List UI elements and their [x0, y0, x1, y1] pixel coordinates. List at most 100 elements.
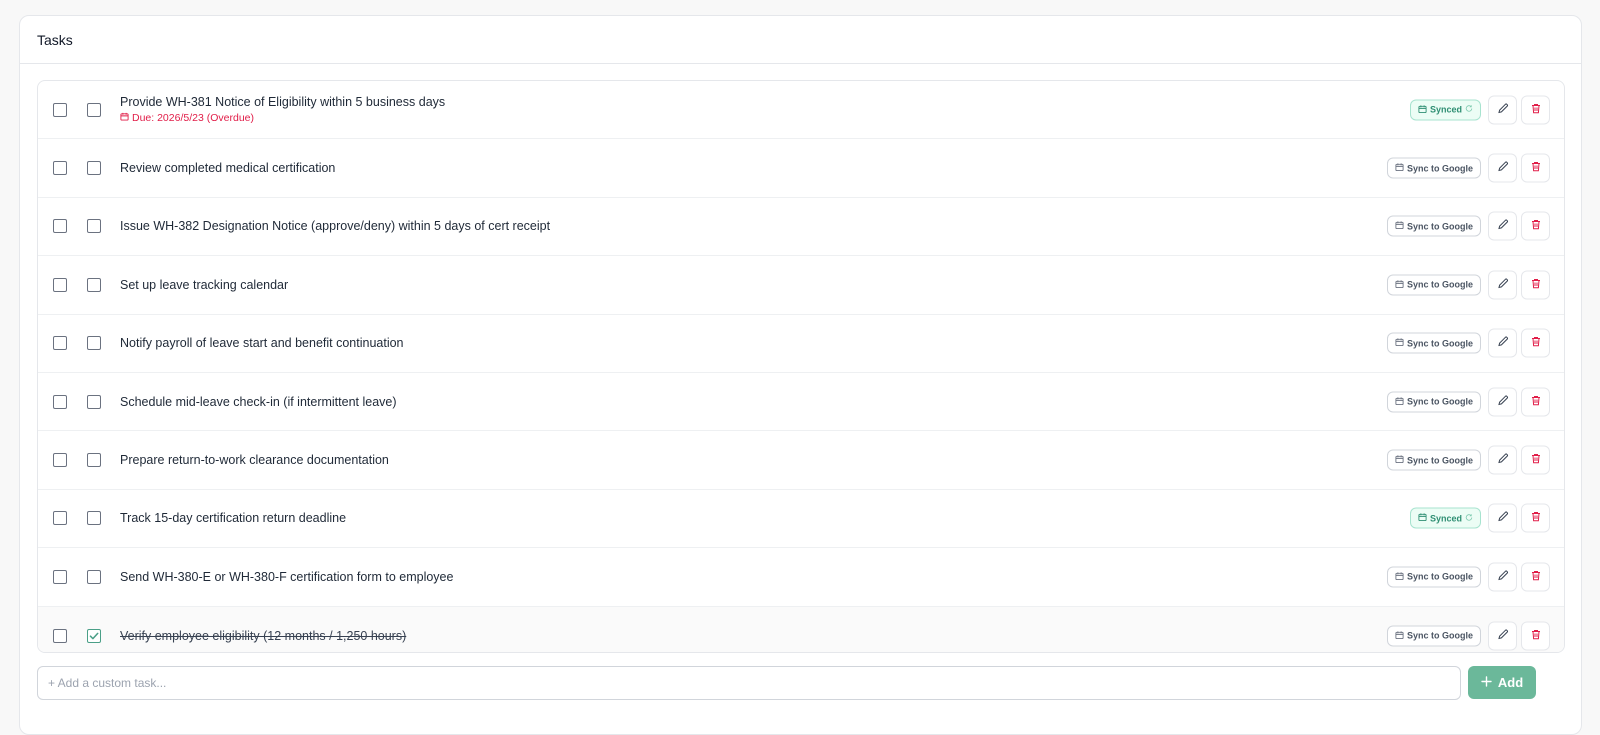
sync-to-google-button[interactable]: Sync to Google — [1386, 274, 1481, 296]
sync-to-google-button[interactable]: Sync to Google — [1386, 391, 1481, 413]
task-text: Set up leave tracking calendar — [120, 277, 289, 292]
calendar-icon — [120, 112, 129, 124]
task-row: Provide WH-381 Notice of Eligibility wit… — [38, 81, 1564, 140]
select-checkbox[interactable] — [53, 569, 67, 584]
complete-checkbox[interactable] — [87, 394, 101, 409]
pencil-icon — [1497, 277, 1509, 292]
trash-icon — [1530, 394, 1542, 409]
trash-icon — [1530, 511, 1542, 526]
add-task-input[interactable] — [37, 666, 1461, 700]
synced-badge[interactable]: Synced — [1409, 99, 1481, 121]
select-checkbox[interactable] — [53, 277, 67, 292]
calendar-icon — [1418, 513, 1427, 524]
task-actions: Sync to Google — [1386, 445, 1550, 475]
refresh-icon — [1465, 105, 1473, 115]
sync-label: Sync to Google — [1406, 396, 1473, 407]
edit-button[interactable] — [1488, 153, 1517, 183]
delete-button[interactable] — [1521, 503, 1550, 533]
plus-icon — [1481, 675, 1492, 690]
task-actions: Sync to Google — [1386, 562, 1550, 592]
add-button-label: Add — [1497, 675, 1524, 690]
select-checkbox[interactable] — [53, 511, 67, 526]
task-row: Review completed medical certification S… — [38, 139, 1564, 198]
calendar-icon — [1395, 630, 1404, 641]
sync-to-google-button[interactable]: Sync to Google — [1386, 215, 1481, 237]
complete-checkbox[interactable] — [87, 102, 101, 117]
sync-label: Sync to Google — [1406, 455, 1473, 466]
pencil-icon — [1497, 511, 1509, 526]
calendar-icon — [1395, 338, 1404, 349]
task-actions: Sync to Google — [1386, 621, 1550, 651]
sync-to-google-button[interactable]: Sync to Google — [1386, 625, 1481, 647]
select-checkbox[interactable] — [53, 628, 67, 643]
sync-to-google-button[interactable]: Sync to Google — [1386, 157, 1481, 179]
trash-icon — [1530, 569, 1542, 584]
complete-checkbox[interactable] — [87, 336, 101, 351]
task-actions: Sync to Google — [1386, 328, 1550, 358]
task-text: Issue WH-382 Designation Notice (approve… — [120, 219, 551, 234]
edit-button[interactable] — [1488, 211, 1517, 241]
complete-checkbox[interactable] — [87, 219, 101, 234]
complete-checkbox[interactable] — [87, 511, 101, 526]
synced-badge[interactable]: Synced — [1409, 507, 1481, 529]
edit-button[interactable] — [1488, 562, 1517, 592]
edit-button[interactable] — [1488, 503, 1517, 533]
task-actions: Sync to Google — [1386, 387, 1550, 417]
calendar-icon — [1395, 279, 1404, 290]
delete-button[interactable] — [1521, 153, 1550, 183]
task-row: Verify employee eligibility (12 months /… — [38, 606, 1564, 652]
select-checkbox[interactable] — [53, 394, 67, 409]
delete-button[interactable] — [1521, 95, 1550, 125]
complete-checkbox[interactable] — [87, 277, 101, 292]
task-row: Prepare return-to-work clearance documen… — [38, 431, 1564, 490]
complete-checkbox[interactable] — [87, 453, 101, 468]
select-checkbox[interactable] — [53, 336, 67, 351]
edit-button[interactable] — [1488, 621, 1517, 651]
trash-icon — [1530, 102, 1542, 117]
pencil-icon — [1497, 453, 1509, 468]
edit-button[interactable] — [1488, 95, 1517, 125]
delete-button[interactable] — [1521, 211, 1550, 241]
sync-label: Sync to Google — [1406, 338, 1473, 349]
pencil-icon — [1497, 219, 1509, 234]
sync-label: Sync to Google — [1406, 163, 1473, 174]
select-checkbox[interactable] — [53, 219, 67, 234]
pencil-icon — [1497, 628, 1509, 643]
calendar-icon — [1395, 455, 1404, 466]
trash-icon — [1530, 219, 1542, 234]
edit-button[interactable] — [1488, 387, 1517, 417]
trash-icon — [1530, 161, 1542, 176]
pencil-icon — [1497, 161, 1509, 176]
calendar-icon — [1418, 104, 1427, 115]
delete-button[interactable] — [1521, 387, 1550, 417]
select-checkbox[interactable] — [53, 453, 67, 468]
complete-checkbox[interactable] — [87, 628, 101, 643]
sync-to-google-button[interactable]: Sync to Google — [1386, 566, 1481, 588]
edit-button[interactable] — [1488, 270, 1517, 300]
sync-label: Sync to Google — [1406, 221, 1473, 232]
edit-button[interactable] — [1488, 445, 1517, 475]
calendar-icon — [1395, 221, 1404, 232]
pencil-icon — [1497, 569, 1509, 584]
task-text: Prepare return-to-work clearance documen… — [120, 453, 389, 468]
task-row: Notify payroll of leave start and benefi… — [38, 315, 1564, 373]
sync-to-google-button[interactable]: Sync to Google — [1386, 332, 1481, 354]
delete-button[interactable] — [1521, 621, 1550, 651]
due-date: Due: 2026/5/23 (Overdue) — [120, 112, 254, 124]
delete-button[interactable] — [1521, 445, 1550, 475]
sync-label: Synced — [1429, 104, 1462, 115]
complete-checkbox[interactable] — [87, 161, 101, 176]
pencil-icon — [1497, 394, 1509, 409]
task-text: Schedule mid-leave check-in (if intermit… — [120, 394, 397, 409]
complete-checkbox[interactable] — [87, 569, 101, 584]
select-checkbox[interactable] — [53, 102, 67, 117]
select-checkbox[interactable] — [53, 161, 67, 176]
sync-to-google-button[interactable]: Sync to Google — [1386, 449, 1481, 471]
delete-button[interactable] — [1521, 270, 1550, 300]
trash-icon — [1530, 628, 1542, 643]
task-text: Send WH-380-E or WH-380-F certification … — [120, 569, 454, 584]
edit-button[interactable] — [1488, 328, 1517, 358]
delete-button[interactable] — [1521, 562, 1550, 592]
add-task-button[interactable]: Add — [1468, 666, 1536, 699]
delete-button[interactable] — [1521, 328, 1550, 358]
